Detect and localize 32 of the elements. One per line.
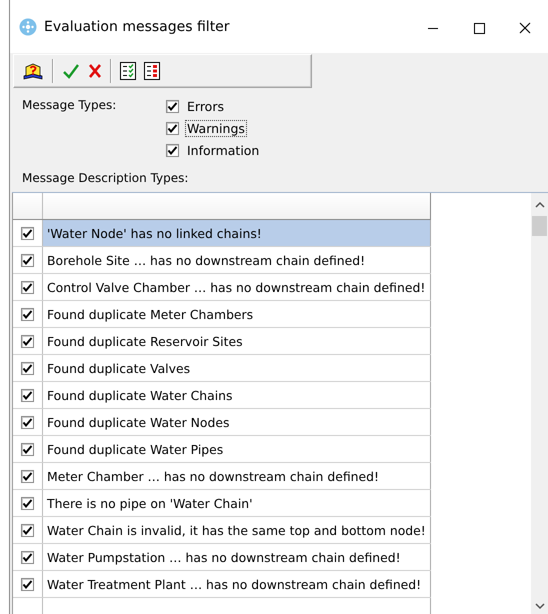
- window-title: Evaluation messages filter: [44, 18, 231, 34]
- scroll-up-icon[interactable]: [534, 201, 544, 209]
- checkbox[interactable]: [166, 144, 179, 157]
- checkbox[interactable]: [21, 254, 34, 266]
- checkbox[interactable]: [21, 388, 34, 402]
- checkbox[interactable]: [166, 122, 179, 135]
- checkbox[interactable]: [21, 334, 34, 348]
- checkbox[interactable]: [21, 442, 34, 456]
- uncheck-list-icon[interactable]: [142, 60, 162, 82]
- checkbox[interactable]: [21, 416, 34, 428]
- check-list-icon[interactable]: [118, 60, 138, 82]
- checkbox[interactable]: [21, 524, 34, 536]
- close-icon: [519, 22, 531, 34]
- checkbox[interactable]: [21, 226, 34, 240]
- checkbox[interactable]: [21, 362, 34, 374]
- checkbox-label: Warnings: [185, 120, 247, 137]
- checkbox-label: Errors: [186, 98, 225, 115]
- vertical-scrollbar[interactable]: [531, 193, 548, 614]
- message-types-label: Message Types:: [22, 98, 118, 114]
- checkbox[interactable]: [21, 496, 34, 510]
- checkbox[interactable]: [21, 280, 34, 294]
- checkbox[interactable]: [166, 100, 179, 113]
- maximize-icon: [473, 22, 485, 34]
- app-icon: [19, 18, 37, 36]
- checkbox[interactable]: [21, 470, 34, 482]
- checkbox[interactable]: [21, 308, 34, 320]
- scroll-thumb[interactable]: [532, 216, 547, 236]
- description-types-label: Message Description Types:: [22, 171, 190, 185]
- checkbox-label: Information: [186, 142, 260, 159]
- scroll-down-icon[interactable]: [534, 602, 544, 610]
- checkbox[interactable]: [21, 578, 34, 590]
- checkbox[interactable]: [21, 550, 34, 564]
